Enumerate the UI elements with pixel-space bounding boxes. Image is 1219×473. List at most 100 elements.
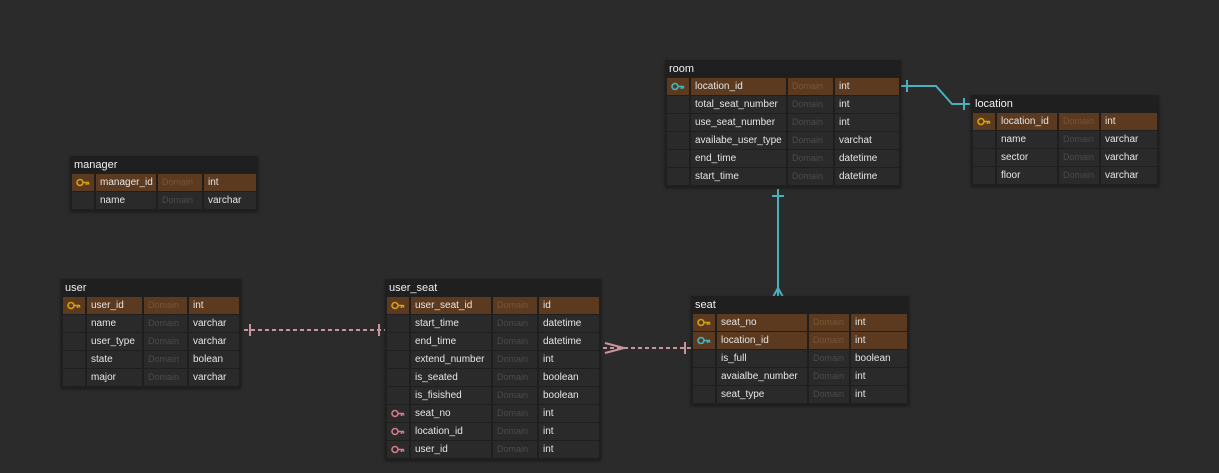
column-type: int	[1101, 113, 1157, 130]
column-name: is_full	[717, 350, 807, 367]
table-location[interactable]: location location_id Domain int name Domain va…	[971, 95, 1159, 186]
relationship-user-seat-seat[interactable]	[603, 342, 691, 354]
column-icon-slot	[63, 333, 85, 350]
column-type: varchar	[189, 369, 239, 386]
column-row[interactable]: end_time Domain datetime	[667, 150, 899, 167]
column-row[interactable]: is_fisished Domain boolean	[387, 387, 599, 404]
column-name: sector	[997, 149, 1057, 166]
column-row[interactable]: location_id Domain int	[387, 423, 599, 440]
column-row[interactable]: availabe_user_type Domain varchat	[667, 132, 899, 149]
column-icon-slot	[63, 315, 85, 332]
column-row[interactable]: user_id Domain int	[63, 297, 239, 314]
column-row[interactable]: start_time Domain datetime	[387, 315, 599, 332]
column-row[interactable]: user_seat_id Domain id	[387, 297, 599, 314]
primary-key-icon	[63, 297, 85, 314]
column-row[interactable]: use_seat_number Domain int	[667, 114, 899, 131]
column-row[interactable]: user_id Domain int	[387, 441, 599, 458]
column-type: datetime	[835, 150, 899, 167]
column-icon-slot	[387, 387, 409, 404]
table-title[interactable]: seat	[691, 296, 909, 314]
column-icon-slot	[973, 167, 995, 184]
column-domain: Domain	[493, 315, 537, 332]
column-domain: Domain	[493, 333, 537, 350]
foreign-key-icon	[387, 423, 409, 440]
column-type: varchar	[1101, 149, 1157, 166]
column-row[interactable]: total_seat_number Domain int	[667, 96, 899, 113]
column-domain: Domain	[144, 315, 187, 332]
column-name: start_time	[691, 168, 786, 185]
column-row[interactable]: sector Domain varchar	[973, 149, 1157, 166]
column-row[interactable]: manager_id Domain int	[72, 174, 256, 191]
column-name: seat_no	[717, 314, 807, 331]
column-domain: Domain	[788, 150, 833, 167]
column-type: varchar	[189, 315, 239, 332]
column-row[interactable]: start_time Domain datetime	[667, 168, 899, 185]
column-row[interactable]: state Domain bolean	[63, 351, 239, 368]
table-manager[interactable]: manager manager_id Domain int name Domain varc…	[70, 156, 258, 211]
column-row[interactable]: location_id Domain int	[667, 78, 899, 95]
column-type: varchar	[189, 333, 239, 350]
table-user[interactable]: user user_id Domain int name Domain varchar use…	[61, 279, 241, 388]
table-title[interactable]: manager	[70, 156, 258, 174]
column-domain: Domain	[144, 369, 187, 386]
column-domain: Domain	[493, 369, 537, 386]
column-icon-slot	[387, 315, 409, 332]
relationship-room-location[interactable]	[901, 80, 970, 110]
column-type: varchar	[1101, 131, 1157, 148]
column-type: int	[851, 332, 907, 349]
table-title[interactable]: room	[665, 60, 901, 78]
column-row[interactable]: extend_number Domain int	[387, 351, 599, 368]
table-user-seat[interactable]: user_seat user_seat_id Domain id start_time D…	[385, 279, 601, 460]
column-domain: Domain	[1059, 113, 1099, 130]
column-domain: Domain	[493, 297, 537, 314]
column-row[interactable]: is_seated Domain boolean	[387, 369, 599, 386]
column-icon-slot	[72, 192, 94, 209]
column-name: is_fisished	[411, 387, 491, 404]
er-diagram-canvas[interactable]: room location_id Domain int total_seat_numbe…	[0, 0, 1219, 473]
column-domain: Domain	[158, 192, 202, 209]
column-row[interactable]: seat_no Domain int	[387, 405, 599, 422]
column-name: location_id	[411, 423, 491, 440]
column-row[interactable]: end_time Domain datetime	[387, 333, 599, 350]
column-icon-slot	[667, 132, 689, 149]
column-type: int	[835, 114, 899, 131]
column-row[interactable]: avaialbe_number Domain int	[693, 368, 907, 385]
column-name: total_seat_number	[691, 96, 786, 113]
table-seat[interactable]: seat seat_no Domain int location_id Domain int…	[691, 296, 909, 405]
table-title[interactable]: user	[61, 279, 241, 297]
table-room[interactable]: room location_id Domain int total_seat_numbe…	[665, 60, 901, 187]
column-row[interactable]: major Domain varchar	[63, 369, 239, 386]
column-row[interactable]: floor Domain varchar	[973, 167, 1157, 184]
column-type: boolean	[539, 369, 599, 386]
column-icon-slot	[667, 150, 689, 167]
column-name: manager_id	[96, 174, 156, 191]
column-row[interactable]: location_id Domain int	[693, 332, 907, 349]
column-domain: Domain	[809, 314, 849, 331]
table-title[interactable]: user_seat	[385, 279, 601, 297]
column-row[interactable]: seat_no Domain int	[693, 314, 907, 331]
column-icon-slot	[693, 386, 715, 403]
relationship-room-seat[interactable]	[772, 189, 784, 298]
relationship-user-user-seat[interactable]	[244, 324, 385, 336]
column-name: user_id	[411, 441, 491, 458]
column-type: int	[835, 96, 899, 113]
column-domain: Domain	[493, 387, 537, 404]
column-row[interactable]: is_full Domain boolean	[693, 350, 907, 367]
column-row[interactable]: location_id Domain int	[973, 113, 1157, 130]
column-row[interactable]: name Domain varchar	[72, 192, 256, 209]
column-row[interactable]: name Domain varchar	[63, 315, 239, 332]
column-type: int	[851, 368, 907, 385]
table-title[interactable]: location	[971, 95, 1159, 113]
column-icon-slot	[387, 369, 409, 386]
column-row[interactable]: seat_type Domain int	[693, 386, 907, 403]
column-name: seat_no	[411, 405, 491, 422]
column-name: name	[87, 315, 142, 332]
column-name: end_time	[691, 150, 786, 167]
column-domain: Domain	[144, 297, 187, 314]
column-row[interactable]: user_type Domain varchar	[63, 333, 239, 350]
column-domain: Domain	[809, 368, 849, 385]
column-domain: Domain	[158, 174, 202, 191]
column-domain: Domain	[493, 351, 537, 368]
column-icon-slot	[387, 351, 409, 368]
column-row[interactable]: name Domain varchar	[973, 131, 1157, 148]
